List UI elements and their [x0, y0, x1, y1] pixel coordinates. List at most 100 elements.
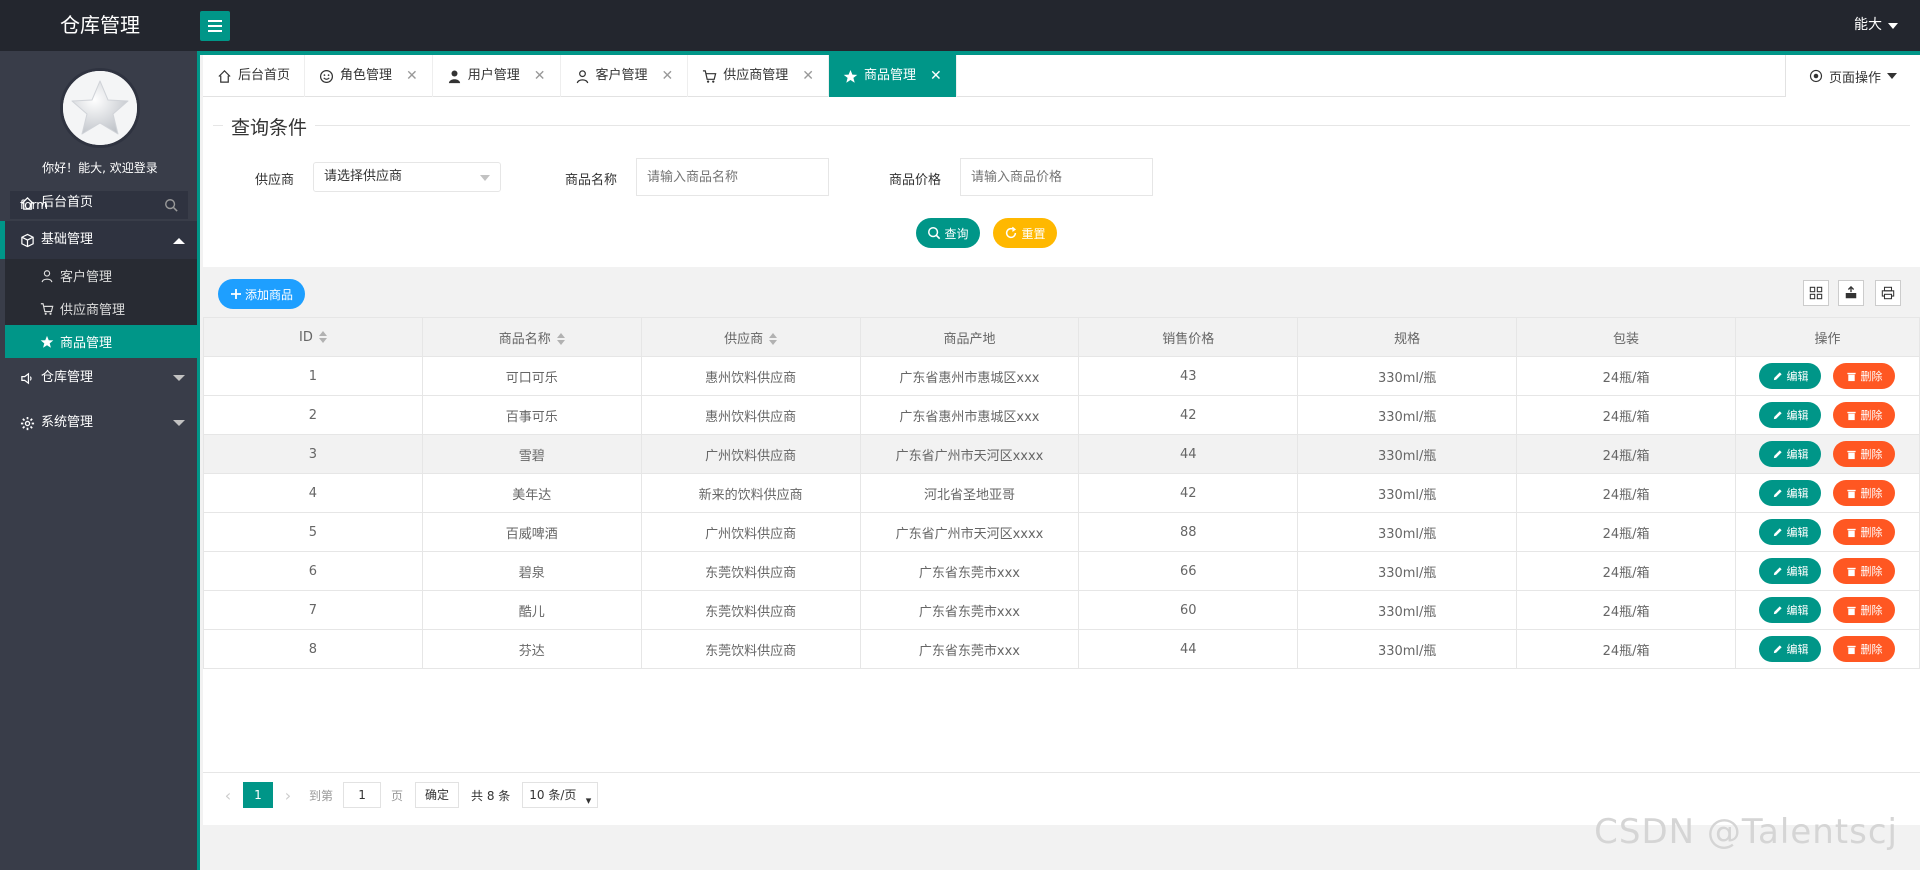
table-cell: 24瓶/箱 [1516, 590, 1736, 630]
page-operations-button[interactable]: 页面操作 [1785, 55, 1920, 97]
fieldset-border [213, 125, 1910, 126]
table-cell: 330ml/瓶 [1297, 395, 1518, 435]
print-button[interactable] [1875, 280, 1901, 306]
edit-button[interactable]: 编辑 [1759, 558, 1822, 584]
columns-filter-button[interactable] [1803, 280, 1829, 306]
pencil-icon [1774, 527, 1783, 536]
edit-button[interactable]: 编辑 [1759, 363, 1822, 389]
goods-name-input[interactable] [636, 158, 829, 196]
close-icon[interactable]: ✕ [930, 55, 942, 97]
add-goods-button[interactable]: 添加商品 [218, 279, 305, 309]
prev-page-button[interactable]: ‹ [217, 782, 239, 808]
table-cell: 330ml/瓶 [1297, 473, 1518, 513]
edit-button[interactable]: 编辑 [1759, 402, 1822, 428]
table-cell: 惠州饮料供应商 [640, 356, 861, 396]
table-cell: 88 [1078, 512, 1299, 552]
table-row[interactable]: 5 百威啤酒 广州饮料供应商 广东省广州市天河区xxxx 88 330ml/瓶 24瓶/箱编… [203, 512, 1920, 552]
tab-label: 用户管理 [467, 68, 520, 83]
goto-confirm-button[interactable]: 确定 [415, 782, 460, 808]
col-header-name[interactable]: 商品名称 [421, 317, 642, 357]
sidebar-item-supplier[interactable]: 供应商管理 [5, 292, 197, 325]
edit-button[interactable]: 编辑 [1759, 480, 1822, 506]
user-icon [41, 269, 53, 282]
plus-icon [230, 289, 241, 299]
sidebar-item-goods[interactable]: 商品管理 [5, 325, 197, 358]
goods-price-input[interactable] [960, 158, 1153, 196]
table-row[interactable]: 3 雪碧 广州饮料供应商 广东省广州市天河区xxxx 44 330ml/瓶 24瓶/箱 编辑删… [203, 434, 1920, 474]
close-icon[interactable]: ✕ [534, 55, 546, 97]
page-size-select[interactable]: 10 条/页 ▾ [522, 782, 599, 808]
sidebar-item-label: 后台首页 [41, 195, 94, 210]
delete-button[interactable]: 删除 [1833, 558, 1896, 584]
table-cell: 芬达 [421, 629, 642, 669]
tab-customer[interactable]: 客户管理 ✕ [561, 55, 689, 97]
delete-button[interactable]: 删除 [1833, 519, 1896, 545]
add-goods-label: 添加商品 [244, 287, 293, 302]
tab-goods[interactable]: 商品管理 ✕ [829, 55, 957, 97]
close-icon[interactable]: ✕ [662, 55, 674, 97]
tab-role[interactable]: 角色管理 ✕ [305, 55, 433, 97]
col-header-supplier[interactable]: 供应商 [640, 317, 861, 357]
table-row[interactable]: 8 芬达 东莞饮料供应商 广东省东莞市xxx 44 330ml/瓶 24瓶/箱 编辑 删除 [203, 629, 1920, 669]
smile-icon [319, 69, 334, 83]
menu-toggle-button[interactable] [200, 11, 230, 41]
table-row[interactable]: 7 酷儿 东莞饮料供应商 广东省东莞市xxx 60 330ml/瓶 24瓶/箱 编辑 删除 [203, 590, 1920, 630]
user-menu[interactable]: 能大 [1854, 0, 1898, 51]
close-icon[interactable]: ✕ [802, 55, 814, 97]
table-cell: 330ml/瓶 [1297, 512, 1518, 552]
welcome-text: 你好！能大, 欢迎登录 [42, 161, 158, 175]
table-cell: 广州饮料供应商 [640, 512, 861, 552]
row-actions: 编辑 删除 [1734, 473, 1920, 513]
table-row[interactable]: 1 可口可乐 惠州饮料供应商 广东省惠州市惠城区xxx 43 330ml/瓶 24瓶/箱 编辑… [203, 356, 1920, 396]
table-cell: 雪碧 [421, 434, 642, 474]
col-header-pack: 包装 [1516, 317, 1736, 357]
edit-button[interactable]: 编辑 [1759, 636, 1822, 662]
delete-button[interactable]: 删除 [1833, 363, 1896, 389]
delete-button[interactable]: 删除 [1833, 636, 1896, 662]
close-icon[interactable]: ✕ [406, 55, 418, 97]
cart-icon [40, 302, 54, 315]
edit-button[interactable]: 编辑 [1759, 519, 1822, 545]
sort-icon[interactable] [769, 333, 778, 345]
tab-user[interactable]: 用户管理 ✕ [433, 55, 561, 97]
table-cell: 3 [203, 434, 423, 474]
table-cell: 42 [1078, 395, 1299, 435]
sidebar-item-label: 系统管理 [41, 415, 94, 430]
trash-icon [1847, 528, 1857, 537]
sidebar-item-customer[interactable]: 客户管理 [5, 259, 197, 292]
sort-icon[interactable] [556, 333, 565, 345]
pencil-icon [1774, 371, 1783, 380]
sidebar-item-home[interactable]: 后台首页 [0, 183, 197, 223]
reset-button[interactable]: 重置 [993, 218, 1057, 248]
col-header-id[interactable]: ID [203, 317, 423, 357]
table-cell: 5 [203, 512, 423, 552]
edit-button[interactable]: 编辑 [1759, 597, 1822, 623]
search-button[interactable]: 查询 [916, 218, 980, 248]
table-cell: 44 [1078, 434, 1299, 474]
sidebar-item-warehouse[interactable]: 仓库管理 [0, 358, 197, 398]
table-row[interactable]: 6 碧泉 东莞饮料供应商 广东省东莞市xxx 66 330ml/瓶 24瓶/箱 编辑 删除 [203, 551, 1920, 591]
query-legend: 查询条件 [223, 113, 316, 140]
tab-home[interactable]: 后台首页 [203, 55, 306, 97]
supplier-select[interactable]: 请选择供应商 [313, 162, 501, 192]
row-actions: 编辑 删除 [1734, 590, 1920, 630]
delete-button[interactable]: 删除 [1833, 441, 1896, 467]
sidebar-item-system[interactable]: 系统管理 [0, 403, 197, 443]
delete-button[interactable]: 删除 [1833, 402, 1896, 428]
pencil-icon [1774, 488, 1783, 497]
sidebar-item-basic[interactable]: 基础管理 [0, 221, 197, 259]
pager-divider [203, 772, 1920, 773]
export-button[interactable] [1838, 280, 1864, 306]
goto-page-input[interactable]: 1 [343, 782, 382, 808]
next-page-button[interactable]: › [277, 782, 299, 808]
current-page[interactable]: 1 [243, 782, 273, 808]
sort-icon[interactable] [318, 331, 327, 343]
delete-button[interactable]: 删除 [1833, 480, 1896, 506]
table-row[interactable]: 2 百事可乐 惠州饮料供应商 广东省惠州市惠城区xxx 42 330ml/瓶 24瓶/箱 编辑… [203, 395, 1920, 435]
tab-supplier[interactable]: 供应商管理 ✕ [688, 55, 830, 97]
edit-button[interactable]: 编辑 [1759, 441, 1822, 467]
table-row[interactable]: 4 美年达 新来的饮料供应商 河北省圣地亚哥 42 330ml/瓶 24瓶/箱 编辑 删除 [203, 473, 1920, 513]
table-cell: 24瓶/箱 [1516, 512, 1736, 552]
table-cell: 24瓶/箱 [1516, 395, 1736, 435]
delete-button[interactable]: 删除 [1833, 597, 1896, 623]
